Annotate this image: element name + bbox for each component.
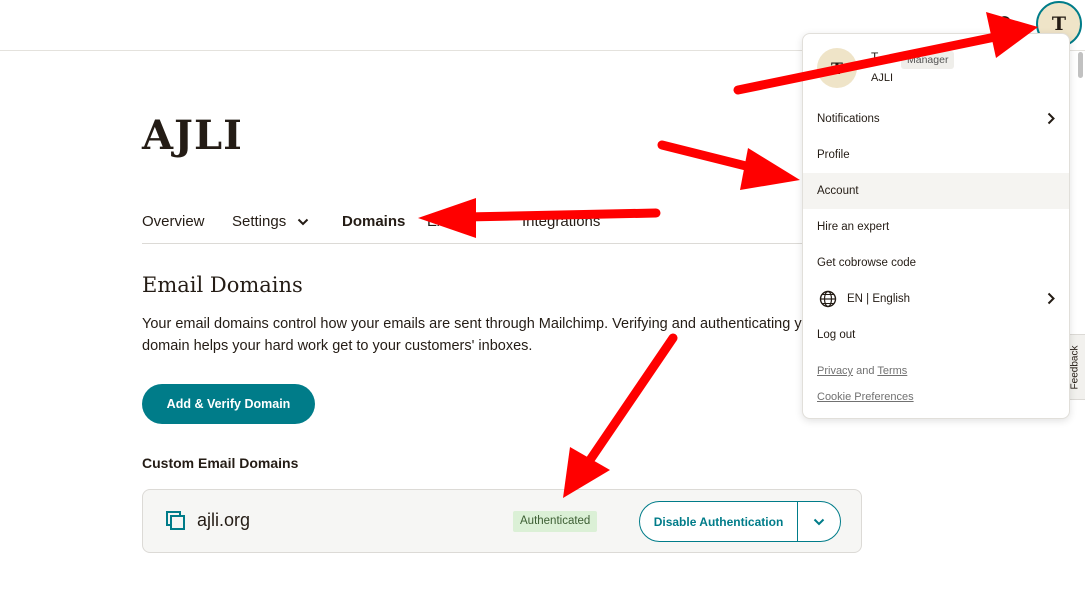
menu-avatar-initial: T <box>831 58 843 78</box>
menu-item-label: Log out <box>817 329 856 341</box>
cookie-row: Cookie Preferences <box>817 391 914 403</box>
disable-authentication-split-button: Disable Authentication <box>639 501 841 542</box>
menu-item-language[interactable]: EN | English <box>803 281 1069 317</box>
feedback-label: Feedback <box>1069 345 1081 389</box>
menu-avatar: T <box>817 48 857 88</box>
chevron-right-icon <box>1047 292 1055 305</box>
cookie-preferences-link[interactable]: Cookie Preferences <box>817 391 914 403</box>
menu-user-role: Manager <box>901 51 955 69</box>
menu-item-hire-expert[interactable]: Hire an expert <box>803 209 1069 245</box>
add-verify-domain-label: Add & Verify Domain <box>166 397 291 411</box>
privacy-link[interactable]: Privacy <box>817 365 853 377</box>
tab-settings-label: Settings <box>232 213 287 230</box>
legal-links: Privacy and Terms <box>817 365 907 377</box>
tab-domains[interactable]: Domains <box>342 213 405 230</box>
annotation-arrowhead <box>740 148 800 190</box>
disable-authentication-label: Disable Authentication <box>653 514 784 529</box>
tab-ex-label: Ex <box>427 213 445 230</box>
tab-integrations-label: Integrations <box>522 213 601 230</box>
tab-integrations[interactable]: Integrations <box>522 213 600 230</box>
tab-overview[interactable]: Overview <box>142 213 205 230</box>
terms-link[interactable]: Terms <box>877 365 907 377</box>
account-menu: T T Manager AJLI Notifications Profile A… <box>802 33 1070 419</box>
tab-domains-label: Domains <box>342 213 406 230</box>
chevron-down-icon <box>813 518 825 525</box>
menu-item-cobrowse[interactable]: Get cobrowse code <box>803 245 1069 281</box>
menu-item-notifications[interactable]: Notifications <box>803 101 1069 137</box>
annotation-arrow <box>657 140 767 175</box>
tab-bar: Overview Settings Domains Ex Integration… <box>142 210 862 244</box>
menu-item-account[interactable]: Account <box>803 173 1069 209</box>
globe-icon <box>819 290 837 308</box>
and-text: and <box>856 365 875 377</box>
custom-domains-label: Custom Email Domains <box>142 455 299 471</box>
menu-item-profile[interactable]: Profile <box>803 137 1069 173</box>
menu-item-label: Notifications <box>817 113 880 125</box>
chevron-right-icon <box>1047 112 1055 125</box>
menu-item-label: Get cobrowse code <box>817 257 917 269</box>
disable-authentication-button[interactable]: Disable Authentication <box>640 502 797 541</box>
page-title: AJLI <box>142 112 243 159</box>
status-badge: Authenticated <box>513 511 598 532</box>
menu-item-label: Hire an expert <box>817 221 890 233</box>
menu-user-org: AJLI <box>871 72 894 84</box>
avatar-initial: T <box>1051 13 1067 35</box>
chevron-down-icon <box>298 218 309 226</box>
domain-actions-dropdown-button[interactable] <box>798 502 840 541</box>
scrollbar-thumb[interactable] <box>1078 52 1083 78</box>
menu-user-name: T <box>871 50 879 64</box>
add-verify-domain-button[interactable]: Add & Verify Domain <box>142 384 315 424</box>
domain-name: ajli.org <box>197 510 251 530</box>
menu-item-logout[interactable]: Log out <box>803 317 1069 353</box>
menu-item-label: Account <box>817 185 859 197</box>
section-description: Your email domains control how your emai… <box>142 316 823 354</box>
menu-item-label: EN | English <box>847 293 911 305</box>
copy-icon <box>166 511 185 530</box>
tab-overview-label: Overview <box>142 213 205 230</box>
domain-row: ajli.org Authenticated Disable Authentic… <box>142 489 862 553</box>
search-icon <box>998 16 1014 32</box>
menu-item-label: Profile <box>817 149 850 161</box>
section-title: Email Domains <box>142 273 303 297</box>
tab-settings[interactable]: Settings <box>232 213 309 230</box>
tab-ex[interactable]: Ex <box>427 213 445 230</box>
